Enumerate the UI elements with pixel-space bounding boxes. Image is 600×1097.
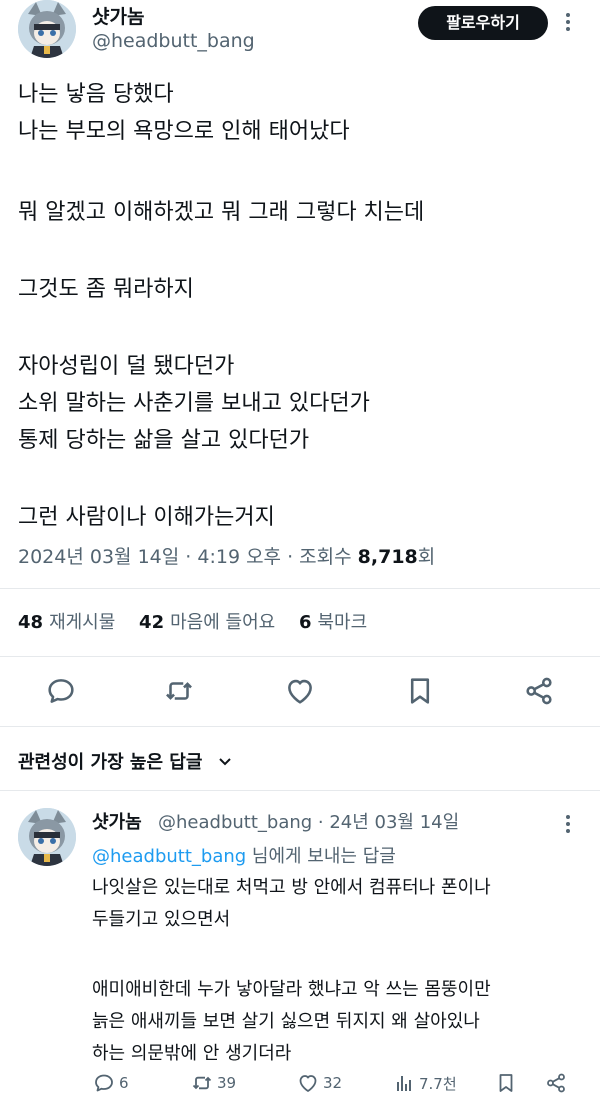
meta-separator: · bbox=[281, 546, 300, 568]
heart-icon bbox=[299, 1075, 317, 1092]
reply-more-options-icon[interactable] bbox=[566, 812, 570, 836]
reply-to-mention[interactable]: @headbutt_bang bbox=[92, 846, 246, 867]
bookmark-icon bbox=[410, 678, 430, 704]
bookmark-icon bbox=[499, 1074, 513, 1092]
share-nodes-icon bbox=[526, 677, 552, 705]
tweet-text-line: 소위 말하는 사춘기를 보내고 있다던가 bbox=[18, 391, 370, 416]
reply-text-line: 나잇살은 있는대로 처먹고 방 안에서 컴퓨터나 폰이나 bbox=[92, 877, 491, 898]
retweets-label: 재게시물 bbox=[49, 612, 116, 633]
speech-bubble-icon bbox=[95, 1074, 113, 1092]
tweet-time[interactable]: 4:19 오후 bbox=[197, 546, 281, 568]
share-button[interactable] bbox=[522, 674, 556, 708]
more-options-icon[interactable] bbox=[566, 10, 570, 34]
tweet-date[interactable]: 2024년 03월 14일 bbox=[18, 546, 179, 568]
divider bbox=[0, 726, 600, 727]
replying-to: @headbutt_bang 님에게 보내는 답글 bbox=[92, 842, 396, 868]
speech-bubble-icon bbox=[48, 679, 74, 703]
reply-reply-button[interactable]: 6 bbox=[92, 1070, 129, 1096]
retweets-count: 48 bbox=[18, 612, 44, 633]
bookmarks-stat[interactable]: 6 북마크 bbox=[299, 612, 367, 633]
reply-author-handle[interactable]: @headbutt_bang · 24년 03월 14일 bbox=[158, 808, 459, 834]
reply-bookmark-button[interactable] bbox=[494, 1070, 521, 1096]
follow-button[interactable]: 팔로우하기 bbox=[418, 6, 548, 40]
meta-separator: · bbox=[179, 546, 198, 568]
author-avatar[interactable] bbox=[18, 0, 76, 58]
reply-share-button[interactable] bbox=[544, 1070, 571, 1096]
tweet-text-line: 그것도 좀 뭐라하지 bbox=[18, 277, 194, 302]
tweet-text-line: 통제 당하는 삶을 살고 있다던가 bbox=[18, 428, 310, 453]
views-count: 8,718 bbox=[357, 546, 418, 568]
reply-views-button[interactable]: 7.7천 bbox=[392, 1070, 457, 1096]
tweet-text-line: 자아성립이 덜 됐다던가 bbox=[18, 354, 235, 379]
tweet-meta: 2024년 03월 14일 · 4:19 오후 · 조회수 8,718회 bbox=[18, 542, 435, 569]
reply-text-line: 두들기고 있으면서 bbox=[92, 909, 231, 930]
likes-count: 42 bbox=[139, 612, 165, 633]
reply-sort-label: 관련성이 가장 높은 답글 bbox=[18, 752, 203, 773]
bookmark-button[interactable] bbox=[403, 674, 437, 708]
like-button[interactable] bbox=[283, 674, 317, 708]
views-label: 조회수 bbox=[299, 546, 352, 568]
reply-retweet-button[interactable]: 39 bbox=[190, 1070, 236, 1096]
bar-chart-icon bbox=[397, 1076, 411, 1091]
retweet-button[interactable] bbox=[162, 674, 196, 708]
tweet-stats: 48 재게시물 42 마음에 들어요 6 북마크 bbox=[18, 608, 385, 634]
reply-text: 나잇살은 있는대로 처먹고 방 안에서 컴퓨터나 폰이나 두들기고 있으면서 애… bbox=[92, 872, 582, 1070]
tweet-text-line: 뭐 알겠고 이해하겠고 뭐 그래 그렇다 치는데 bbox=[18, 200, 425, 225]
share-nodes-icon bbox=[547, 1073, 565, 1093]
tweet-text-line: 그런 사람이나 이해가는거지 bbox=[18, 505, 275, 530]
author-name[interactable]: 샷가놈 bbox=[92, 2, 144, 29]
tweet-text-line: 나는 부모의 욕망으로 인해 태어났다 bbox=[18, 119, 350, 144]
reply-text-line: 늙은 애새끼들 보면 살기 싫으면 뒤지지 왜 살아있나 bbox=[92, 1011, 480, 1032]
divider bbox=[0, 790, 600, 791]
bookmarks-count: 6 bbox=[298, 612, 312, 633]
repost-arrows-icon bbox=[166, 682, 192, 700]
reply-to-suffix: 님에게 보내는 답글 bbox=[246, 846, 396, 867]
retweets-stat[interactable]: 48 재게시물 bbox=[18, 612, 115, 633]
likes-label: 마음에 들어요 bbox=[170, 612, 276, 633]
reply-like-button[interactable]: 32 bbox=[296, 1070, 342, 1096]
repost-arrows-icon bbox=[192, 1076, 212, 1090]
heart-icon bbox=[288, 679, 312, 704]
chevron-down-icon bbox=[217, 753, 233, 774]
tweet-text-line: 나는 낳음 당했다 bbox=[18, 82, 174, 107]
reply-replies-count: 6 bbox=[119, 1074, 129, 1092]
reply-retweets-count: 39 bbox=[217, 1074, 237, 1092]
reply-author-avatar[interactable] bbox=[18, 808, 76, 866]
likes-stat[interactable]: 42 마음에 들어요 bbox=[139, 612, 275, 633]
reply-likes-count: 32 bbox=[323, 1074, 343, 1092]
divider bbox=[0, 656, 600, 657]
reply-author-name[interactable]: 샷가놈 bbox=[92, 808, 142, 834]
tweet-text: 나는 낳음 당했다 나는 부모의 욕망으로 인해 태어났다 뭐 알겠고 이해하겠… bbox=[18, 76, 588, 536]
reply-sort-selector[interactable]: 관련성이 가장 높은 답글 bbox=[18, 748, 233, 774]
reply-button[interactable] bbox=[44, 674, 78, 708]
bookmarks-label: 북마크 bbox=[317, 612, 368, 633]
reply-views-count: 7.7천 bbox=[419, 1074, 457, 1093]
reply-text-line: 애미애비한데 누가 낳아달라 했냐고 악 쓰는 몸뚱이만 bbox=[92, 979, 491, 1000]
views-suffix: 회 bbox=[417, 546, 436, 568]
author-handle[interactable]: @headbutt_bang bbox=[92, 30, 255, 52]
divider bbox=[0, 588, 600, 589]
reply-text-line: 하는 의문밖에 안 생기더라 bbox=[92, 1043, 292, 1064]
